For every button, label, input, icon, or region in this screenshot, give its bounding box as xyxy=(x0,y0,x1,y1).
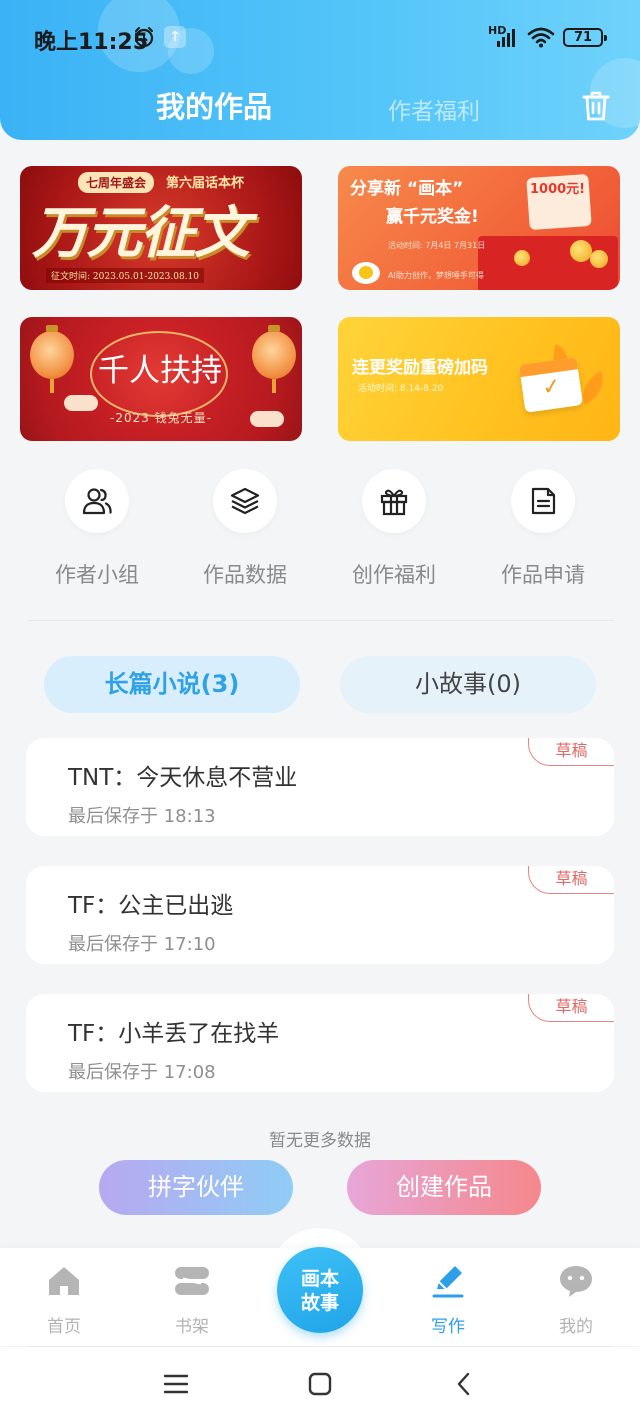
banner-subtitle: 赢千元奖金! xyxy=(386,207,479,227)
nav-write[interactable]: 写作 xyxy=(408,1262,488,1337)
battery-icon: 71 xyxy=(563,28,607,47)
draft-badge: 草稿 xyxy=(528,994,614,1022)
lantern-icon xyxy=(252,325,296,393)
create-work-button[interactable]: 创建作品 xyxy=(347,1160,541,1215)
banner-headline: 万元征文 xyxy=(32,200,250,266)
quick-action-label: 作品申请 xyxy=(501,563,585,587)
work-card[interactable]: TF：公主已出逃 最后保存于 17:10 草稿 xyxy=(26,866,614,964)
header: 晚上11:25 ↑ HD 71 我的作品 作者福利 xyxy=(0,0,640,140)
lantern-icon xyxy=(30,325,74,393)
work-saved-time: 最后保存于 17:10 xyxy=(68,934,216,955)
nav-mine[interactable]: 我的 xyxy=(536,1262,616,1337)
nav-picture-story-button[interactable]: 画本 故事 xyxy=(277,1247,363,1333)
users-icon xyxy=(82,488,112,515)
document-icon xyxy=(531,487,556,515)
banner-title: 连更奖励重磅加码 xyxy=(352,358,488,378)
upload-badge-icon: ↑ xyxy=(164,26,186,48)
banner-prize: 1000元! xyxy=(530,182,586,197)
quick-action-label: 创作福利 xyxy=(352,563,436,587)
alarm-icon xyxy=(134,27,154,48)
quick-action-work-data[interactable]: 作品数据 xyxy=(171,469,319,589)
banner-time: 活动时间: 7月4日 7月31日 xyxy=(388,241,486,250)
gift-icon xyxy=(380,489,408,516)
segment-novels[interactable]: 长篇小说(3) xyxy=(44,656,300,713)
banner-support-program[interactable]: 千人扶持 -2023 钱兔无量- xyxy=(20,317,302,441)
coin-icon xyxy=(590,250,608,268)
back-icon[interactable] xyxy=(454,1370,474,1398)
nav-label: 书架 xyxy=(175,1317,209,1337)
quick-action-author-group[interactable]: 作者小组 xyxy=(23,469,171,589)
banner-title: 分享新 “画本” xyxy=(350,179,464,199)
work-saved-time: 最后保存于 18:13 xyxy=(68,806,216,827)
quick-action-work-application[interactable]: 作品申请 xyxy=(469,469,617,589)
quick-action-label: 作品数据 xyxy=(203,563,287,587)
banner-update-rewards[interactable]: 连更奖励重磅加码 活动时间: 8.14-8.20 xyxy=(338,317,620,441)
quick-action-creation-welfare[interactable]: 创作福利 xyxy=(320,469,468,589)
cloud-icon xyxy=(250,411,284,427)
work-card[interactable]: TF：小羊丢了在找羊 最后保存于 17:08 草稿 xyxy=(26,994,614,1092)
bookshelf-icon xyxy=(175,1267,209,1295)
home-square-icon[interactable] xyxy=(308,1370,332,1398)
pencil-icon xyxy=(432,1266,464,1298)
draft-badge: 草稿 xyxy=(528,866,614,894)
work-title: TF：公主已出逃 xyxy=(68,893,234,919)
banner-date: 征文时间: 2023.05.01-2023.08.10 xyxy=(46,268,204,283)
no-more-data-text: 暂无更多数据 xyxy=(269,1131,371,1151)
nav-bookshelf[interactable]: 书架 xyxy=(152,1262,232,1337)
nav-label: 首页 xyxy=(47,1317,81,1337)
tab-author-welfare[interactable]: 作者福利 xyxy=(388,92,480,126)
banner-subtitle: -2023 钱兔无量- xyxy=(109,411,212,425)
tab-my-works[interactable]: 我的作品 xyxy=(156,84,272,126)
work-title: TF：小羊丢了在找羊 xyxy=(68,1021,280,1047)
banner-share-prize[interactable]: 1000元! 分享新 “画本” 赢千元奖金! 活动时间: 7月4日 7月31日 … xyxy=(338,166,620,290)
signal-icon xyxy=(497,29,515,47)
status-time: 晚上11:25 xyxy=(34,30,149,55)
trash-icon[interactable] xyxy=(580,89,612,123)
work-card[interactable]: TNT：今天休息不营业 最后保存于 18:13 草稿 xyxy=(26,738,614,836)
calendar-icon xyxy=(518,357,584,413)
writing-partner-button[interactable]: 拼字伙伴 xyxy=(99,1160,293,1215)
coin-icon xyxy=(570,240,592,262)
segment-short-stories[interactable]: 小故事(0) xyxy=(340,656,596,713)
banner-essay-contest[interactable]: 七周年盛会 第六届话本杯 万元征文 征文时间: 2023.05.01-2023.… xyxy=(20,166,302,290)
banner-time: 活动时间: 8.14-8.20 xyxy=(358,384,444,394)
mascot-icon xyxy=(352,262,380,284)
work-saved-time: 最后保存于 17:08 xyxy=(68,1062,216,1083)
nav-center-label-1: 画本 xyxy=(300,1268,339,1290)
banner-title: 千人扶持 xyxy=(98,353,222,389)
coin-icon xyxy=(514,250,530,266)
nav-label: 写作 xyxy=(431,1317,465,1337)
draft-badge: 草稿 xyxy=(528,738,614,766)
chat-face-icon xyxy=(560,1266,592,1297)
status-bar: 晚上11:25 ↑ HD 71 xyxy=(0,0,640,70)
nav-home[interactable]: 首页 xyxy=(24,1262,104,1337)
layers-icon xyxy=(230,487,260,515)
work-title: TNT：今天休息不营业 xyxy=(68,765,298,791)
nav-label: 我的 xyxy=(559,1317,593,1337)
quick-action-label: 作者小组 xyxy=(55,563,139,587)
nav-center-label-2: 故事 xyxy=(300,1292,339,1314)
menu-icon[interactable] xyxy=(163,1370,189,1398)
home-icon xyxy=(49,1267,79,1295)
banner-footnote: AI助力创作，梦想唾手可得 xyxy=(388,271,484,280)
wifi-icon xyxy=(527,27,555,48)
section-divider xyxy=(28,620,614,621)
